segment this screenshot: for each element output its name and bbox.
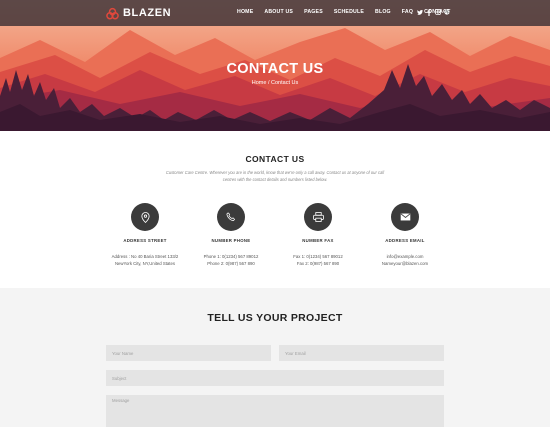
nav-item-pages[interactable]: PAGES (304, 9, 323, 18)
nav-item-schedule[interactable]: SCHEDULE (334, 9, 364, 18)
card-icon-circle (391, 203, 419, 231)
top-navbar: BLAZEN HOME ABOUT US PAGES SCHEDULE BLOG… (0, 0, 550, 26)
project-form-section: TELL US YOUR PROJECT (0, 288, 550, 427)
message-field[interactable] (106, 395, 444, 427)
fax-icon (312, 212, 324, 222)
subject-field[interactable] (106, 370, 444, 386)
breadcrumb-current: Contact Us (271, 80, 299, 86)
hero-banner: BLAZEN HOME ABOUT US PAGES SCHEDULE BLOG… (0, 0, 550, 131)
card-label: ADDRESS EMAIL (385, 238, 425, 243)
envelope-icon (400, 213, 410, 221)
section-title: CONTACT US (245, 154, 305, 164)
logo-flame-icon (106, 7, 119, 19)
breadcrumb-home-link[interactable]: Home (252, 80, 267, 86)
card-icon-circle (304, 203, 332, 231)
card-icon-circle (131, 203, 159, 231)
breadcrumb-separator: / (267, 80, 270, 86)
card-icon-circle (217, 203, 245, 231)
dribbble-icon[interactable] (443, 8, 451, 16)
nav-item-home[interactable]: HOME (237, 9, 253, 18)
nav-item-faq[interactable]: FAQ (402, 9, 413, 18)
contact-info-section: CONTACT US Customer Care Centre. Whereve… (0, 131, 550, 288)
brand-name: BLAZEN (123, 7, 172, 19)
section-title: TELL US YOUR PROJECT (207, 312, 343, 324)
location-pin-icon (140, 211, 150, 223)
email-link[interactable]: Nameyour@blazen.com (345, 261, 465, 266)
email-link[interactable]: info@example.com (345, 254, 465, 259)
phone-icon (226, 212, 235, 222)
facebook-icon[interactable] (425, 8, 433, 16)
nav-item-blog[interactable]: BLOG (375, 9, 391, 18)
twitter-icon[interactable] (416, 8, 424, 16)
nav-item-about-us[interactable]: ABOUT US (264, 9, 293, 18)
email-field[interactable] (279, 345, 444, 361)
social-links (416, 8, 452, 16)
instagram-icon[interactable] (434, 8, 442, 16)
name-field[interactable] (106, 345, 271, 361)
contact-card-email: ADDRESS EMAIL info@example.com Nameyour@… (345, 203, 465, 266)
page-title: CONTACT US (226, 61, 324, 77)
brand-logo[interactable]: BLAZEN (106, 6, 171, 20)
section-description: Customer Care Centre. Wherever you are i… (165, 170, 385, 182)
breadcrumb: Home / Contact Us (0, 80, 550, 86)
